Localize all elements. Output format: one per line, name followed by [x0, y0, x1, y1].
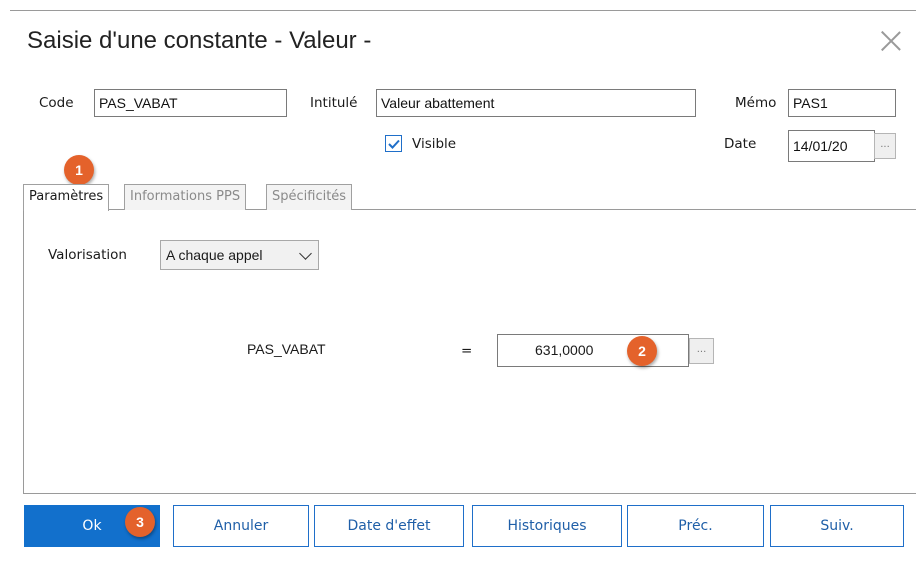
chevron-down-icon [299, 247, 312, 260]
dialog-window: Saisie d'une constante - Valeur - Code P… [0, 0, 916, 572]
tab-parametres[interactable]: Paramètres [23, 184, 110, 211]
close-icon[interactable] [878, 28, 904, 54]
valorisation-select[interactable]: A chaque appel [160, 240, 319, 270]
step-badge-1: 1 [64, 155, 94, 185]
code-label: Code [39, 95, 74, 111]
date-field[interactable]: 14/01/20 [788, 130, 875, 162]
formula-name: PAS_VABAT [247, 341, 326, 357]
memo-field[interactable]: PAS1 [788, 89, 896, 117]
suiv-button[interactable]: Suiv. [770, 505, 904, 547]
date-label: Date [724, 136, 757, 152]
annuler-button[interactable]: Annuler [173, 505, 309, 547]
intitule-label: Intitulé [310, 95, 358, 111]
tab-informations-pps[interactable]: Informations PPS [124, 184, 247, 210]
value-field[interactable]: 631,0000 [497, 334, 689, 367]
step-badge-3: 3 [125, 507, 155, 537]
date-effet-button[interactable]: Date d'effet [314, 505, 464, 547]
panel-bottom-border [23, 493, 916, 494]
historiques-button[interactable]: Historiques [472, 505, 622, 547]
panel-left-border [23, 209, 24, 494]
code-field[interactable]: PAS_VABAT [94, 89, 287, 117]
valorisation-select-value: A chaque appel [166, 247, 263, 263]
tab-specificites[interactable]: Spécificités [266, 184, 353, 210]
visible-label: Visible [412, 136, 457, 152]
step-badge-2: 2 [627, 336, 657, 366]
valorisation-label: Valorisation [48, 247, 127, 263]
memo-label: Mémo [735, 95, 777, 111]
intitule-field[interactable]: Valeur abattement [376, 89, 696, 117]
prec-button[interactable]: Préc. [627, 505, 764, 547]
equals-sign: = [461, 343, 473, 359]
date-picker-button[interactable]: ... [874, 133, 896, 159]
dialog-title: Saisie d'une constante - Valeur - [27, 27, 372, 54]
value-picker-button[interactable]: ... [689, 338, 714, 364]
window-top-border [10, 10, 916, 11]
checkmark-icon [388, 139, 400, 149]
visible-checkbox[interactable] [385, 135, 402, 152]
